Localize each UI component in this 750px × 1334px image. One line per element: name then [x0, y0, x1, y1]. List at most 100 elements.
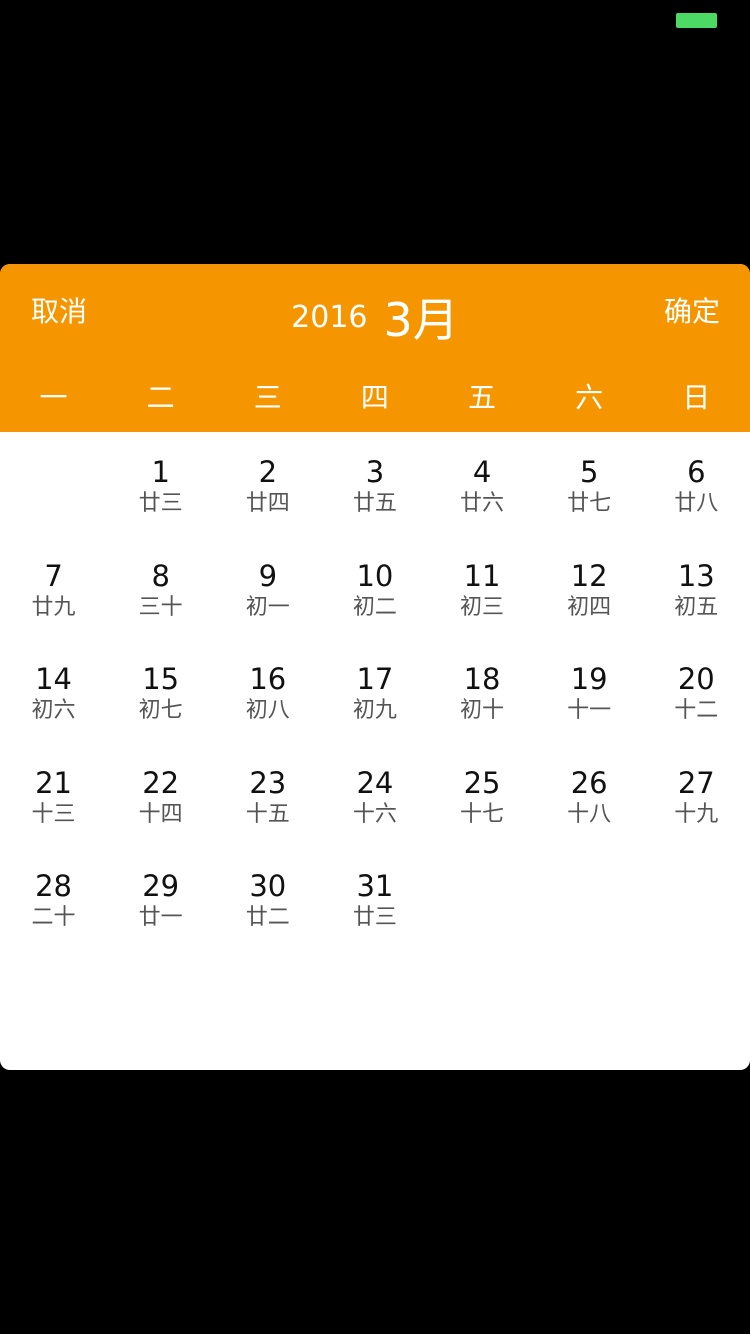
- day-number: 17: [356, 662, 394, 696]
- weekday-label: 二: [146, 381, 175, 414]
- day-number: 7: [44, 558, 63, 593]
- day-cell[interactable]: 23 十五: [214, 765, 321, 869]
- lunar-date: 廿九: [31, 594, 76, 620]
- lunar-date: 初九: [352, 698, 397, 723]
- day-number: 19: [570, 662, 608, 696]
- day-number: 4: [472, 455, 492, 489]
- day-cell[interactable]: 30 廿二: [214, 868, 321, 972]
- day-cell[interactable]: 29 廿一: [107, 868, 214, 972]
- confirm-button[interactable]: 确定: [664, 290, 720, 334]
- day-cell[interactable]: 21 十三: [0, 765, 107, 869]
- day-number: 22: [142, 765, 180, 800]
- day-cell[interactable]: 7 廿九: [0, 558, 107, 662]
- day-number: 26: [570, 765, 608, 800]
- lunar-date: 十五: [245, 801, 290, 827]
- weekday-label: 三: [253, 381, 282, 414]
- day-cell[interactable]: 16 初八: [214, 661, 321, 765]
- day-number: 13: [677, 558, 715, 593]
- lunar-date: 初四: [567, 594, 612, 620]
- day-number: 29: [142, 869, 180, 903]
- day-number: 9: [258, 558, 278, 593]
- month-title: 2016 3月: [0, 284, 750, 347]
- lunar-date: 十七: [460, 801, 505, 827]
- weekday-label: 一: [39, 381, 68, 414]
- day-number: 15: [142, 662, 180, 696]
- day-cell[interactable]: 11 初三: [429, 558, 536, 662]
- lunar-date: 廿一: [138, 905, 183, 930]
- lunar-date: 初十: [460, 698, 505, 723]
- weekday-label: 六: [575, 381, 604, 414]
- empty-day-cell: [0, 454, 107, 558]
- day-number: 14: [35, 662, 73, 696]
- day-cell[interactable]: 22 十四: [107, 765, 214, 869]
- day-number: 12: [570, 558, 608, 593]
- weekday-label: 日: [682, 381, 711, 414]
- day-cell[interactable]: 28 二十: [0, 868, 107, 972]
- day-number: 16: [249, 662, 287, 696]
- lunar-date: 二十: [31, 905, 76, 930]
- lunar-date: 初五: [674, 594, 719, 620]
- day-cell[interactable]: 5 廿七: [536, 454, 643, 558]
- lunar-date: 廿三: [352, 905, 397, 930]
- day-cell[interactable]: 25 十七: [429, 765, 536, 869]
- lunar-date: 初三: [460, 594, 505, 620]
- day-number: 25: [463, 765, 501, 800]
- day-number: 6: [687, 455, 706, 489]
- day-cell[interactable]: 14 初六: [0, 661, 107, 765]
- day-cell[interactable]: 12 初四: [536, 558, 643, 662]
- calendar-picker-sheet: 取消 2016 3月 确定 一 二 三 四 五 六 日 1 廿三 2 廿四 3 廿五 4…: [0, 264, 750, 1070]
- lunar-date: 廿四: [245, 491, 290, 516]
- lunar-date: 廿八: [674, 491, 719, 516]
- day-number: 23: [249, 765, 287, 800]
- day-number: 30: [249, 869, 287, 903]
- day-cell[interactable]: 1 廿三: [107, 454, 214, 558]
- day-number: 2: [258, 455, 278, 489]
- lunar-date: 十八: [567, 801, 612, 827]
- day-number: 20: [677, 662, 715, 696]
- year-label: 2016: [291, 299, 368, 335]
- day-cell[interactable]: 10 初二: [321, 558, 428, 662]
- battery-indicator: [676, 13, 717, 28]
- day-grid: 1 廿三 2 廿四 3 廿五 4 廿六 5 廿七 6 廿八 7 廿九 8 三十 9 初一 10 初二…: [0, 454, 750, 972]
- lunar-date: 十九: [674, 801, 719, 827]
- lunar-date: 十四: [138, 801, 183, 827]
- day-cell[interactable]: 26 十八: [536, 765, 643, 869]
- day-cell[interactable]: 8 三十: [107, 558, 214, 662]
- day-cell[interactable]: 20 十二: [643, 661, 750, 765]
- day-cell[interactable]: 15 初七: [107, 661, 214, 765]
- day-cell[interactable]: 17 初九: [321, 661, 428, 765]
- day-cell[interactable]: 9 初一: [214, 558, 321, 662]
- day-cell[interactable]: 6 廿八: [643, 454, 750, 558]
- day-cell[interactable]: 24 十六: [321, 765, 428, 869]
- lunar-date: 初六: [31, 698, 76, 723]
- lunar-date: 十六: [352, 801, 397, 827]
- lunar-date: 初八: [245, 698, 290, 723]
- day-cell[interactable]: 18 初十: [429, 661, 536, 765]
- day-number: 28: [35, 869, 73, 903]
- day-number: 31: [356, 869, 394, 903]
- lunar-date: 廿二: [245, 905, 290, 930]
- day-number: 27: [677, 765, 715, 800]
- lunar-date: 廿七: [567, 491, 612, 516]
- day-number: 18: [463, 662, 501, 696]
- day-number: 8: [151, 558, 170, 593]
- day-number: 21: [35, 765, 73, 800]
- day-cell[interactable]: 4 廿六: [429, 454, 536, 558]
- day-cell[interactable]: 27 十九: [643, 765, 750, 869]
- lunar-date: 廿三: [138, 491, 183, 516]
- day-cell[interactable]: 19 十一: [536, 661, 643, 765]
- lunar-date: 三十: [138, 594, 183, 620]
- lunar-date: 十三: [31, 801, 76, 827]
- day-cell[interactable]: 3 廿五: [321, 454, 428, 558]
- lunar-date: 十一: [567, 698, 612, 723]
- day-number: 1: [151, 455, 170, 489]
- lunar-date: 廿六: [460, 491, 505, 516]
- day-cell[interactable]: 31 廿三: [321, 868, 428, 972]
- day-number: 24: [356, 765, 394, 800]
- lunar-date: 初七: [138, 698, 183, 723]
- day-number: 10: [356, 558, 394, 593]
- calendar-header: 取消 2016 3月 确定 一 二 三 四 五 六 日: [0, 264, 750, 432]
- day-cell[interactable]: 13 初五: [643, 558, 750, 662]
- day-number: 3: [365, 455, 385, 489]
- day-cell[interactable]: 2 廿四: [214, 454, 321, 558]
